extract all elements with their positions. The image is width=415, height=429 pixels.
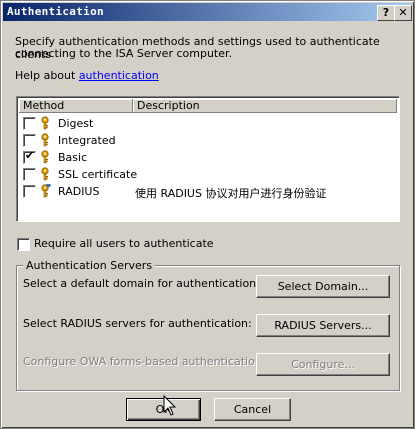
select-domain-button[interactable]: Select Domain... <box>256 275 390 298</box>
radius-label: Select RADIUS servers for authentication… <box>23 317 252 330</box>
method-checkbox[interactable] <box>23 117 36 130</box>
intro-line-2: connecting to the ISA Server computer. <box>15 47 233 60</box>
method-label: SSL certificate <box>58 168 138 181</box>
radius-servers-button[interactable]: RADIUS Servers... <box>256 314 390 337</box>
key-icon <box>41 150 49 164</box>
owa-label: Configure OWA forms-based authentication… <box>23 355 266 368</box>
methods-list[interactable]: Method Description Digest Integrated Basic… <box>16 96 400 222</box>
method-label: Basic <box>58 151 88 164</box>
method-row[interactable]: Basic <box>23 149 393 166</box>
method-row[interactable]: Integrated <box>23 132 393 149</box>
title-bar[interactable]: Authentication ? ✕ <box>3 3 412 21</box>
authentication-dialog: Authentication ? ✕ Specify authenticatio… <box>0 0 415 429</box>
method-row[interactable]: RADIUS 使用 RADIUS 协议对用户进行身份验证 <box>23 183 393 200</box>
close-button[interactable]: ✕ <box>394 5 412 21</box>
mouse-cursor-icon <box>163 395 177 416</box>
require-all-label: Require all users to authenticate <box>34 237 214 250</box>
key-icon <box>41 133 49 147</box>
method-row[interactable]: SSL certificate <box>23 166 393 183</box>
column-header-description[interactable]: Description <box>133 99 397 113</box>
domain-label: Select a default domain for authenticati… <box>23 277 260 290</box>
method-checkbox[interactable] <box>23 185 36 198</box>
methods-list-header: Method Description <box>19 99 397 113</box>
method-checkbox[interactable] <box>23 149 36 164</box>
configure-owa-button[interactable]: Configure... <box>256 353 390 376</box>
require-all-checkbox[interactable] <box>17 238 30 251</box>
authentication-servers-title: Authentication Servers <box>23 259 156 272</box>
help-authentication-link[interactable]: authentication <box>79 69 159 82</box>
method-label: Integrated <box>58 134 116 147</box>
method-row[interactable]: Digest <box>23 115 393 132</box>
help-prefix: Help about <box>15 69 76 82</box>
help-text: Help about authentication <box>15 69 159 82</box>
method-label: Digest <box>58 117 94 130</box>
key-network-icon <box>41 184 51 198</box>
cancel-button[interactable]: Cancel <box>214 398 291 421</box>
window-title: Authentication <box>7 5 104 18</box>
help-button[interactable]: ? <box>377 5 395 21</box>
method-description: 使用 RADIUS 协议对用户进行身份验证 <box>135 187 327 200</box>
method-checkbox[interactable] <box>23 134 36 147</box>
key-icon <box>41 116 49 130</box>
method-checkbox[interactable] <box>23 168 36 181</box>
key-icon <box>41 167 49 181</box>
method-label: RADIUS <box>58 185 100 198</box>
column-header-method[interactable]: Method <box>19 99 133 113</box>
